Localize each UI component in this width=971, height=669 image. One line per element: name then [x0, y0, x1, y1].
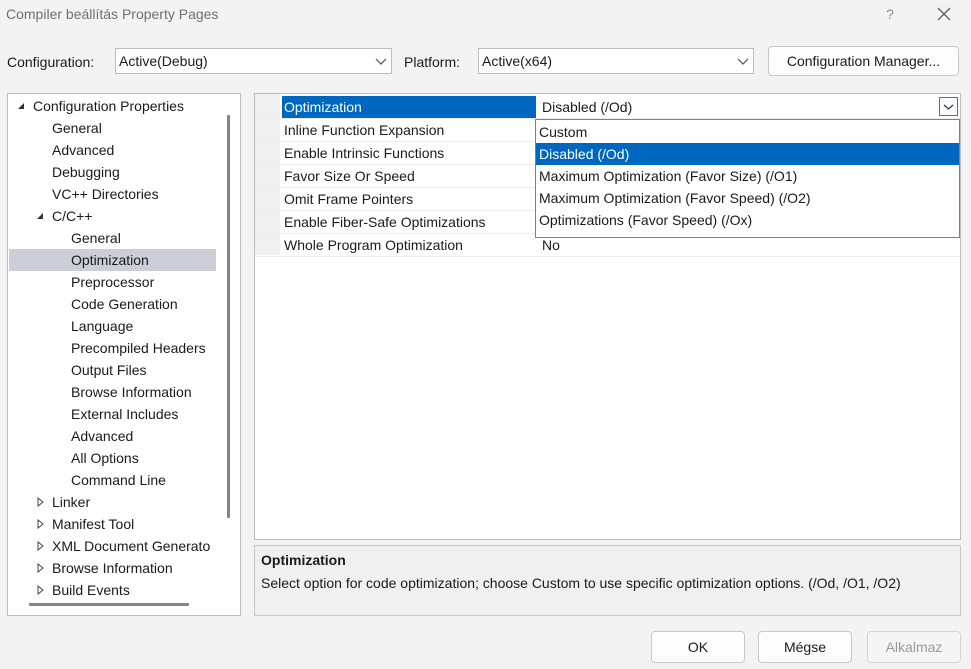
property-name: Inline Function Expansion	[284, 122, 445, 138]
configuration-label: Configuration:	[7, 54, 95, 70]
expanded-arrow-icon[interactable]	[35, 211, 45, 221]
platform-label: Platform:	[404, 54, 461, 70]
tree-item[interactable]: Configuration Properties	[9, 95, 216, 117]
property-name: Omit Frame Pointers	[284, 191, 414, 207]
tree-item-label: External Includes	[71, 406, 179, 422]
tree-item[interactable]: Advanced	[9, 139, 216, 161]
tree-item[interactable]: General	[9, 117, 216, 139]
tree-item-label: C/C++	[52, 208, 93, 224]
tree-vertical-scrollbar[interactable]	[227, 115, 230, 518]
platform-value: Active(x64)	[482, 53, 553, 69]
property-name: Optimization	[282, 96, 536, 118]
tree-item[interactable]: Optimization	[9, 249, 216, 271]
tree-item[interactable]: Browse Information	[9, 381, 216, 403]
tree-item[interactable]: Advanced	[9, 425, 216, 447]
property-name: Enable Intrinsic Functions	[284, 145, 445, 161]
tree-item-label: Advanced	[71, 428, 134, 444]
tree-item-label: Browse Information	[71, 384, 192, 400]
close-button[interactable]	[928, 2, 960, 26]
value-dropdown-button[interactable]	[939, 97, 958, 116]
tree-item-label: All Options	[71, 450, 139, 466]
property-value[interactable]: Disabled (/Od)	[542, 96, 632, 118]
dropdown-option[interactable]: Optimizations (Favor Speed) (/Ox)	[536, 209, 959, 231]
tree-item-label: Preprocessor	[71, 274, 155, 290]
tree-item-label: Debugging	[52, 164, 120, 180]
tree-item-label: Linker	[52, 494, 91, 510]
tree-item-label: Command Line	[71, 472, 166, 488]
configuration-manager-button[interactable]: Configuration Manager...	[768, 46, 959, 76]
property-name: Enable Fiber-Safe Optimizations	[284, 214, 486, 230]
chevron-down-icon	[375, 58, 387, 65]
description-panel: Optimization Select option for code opti…	[254, 545, 961, 616]
description-text: Select option for code optimization; cho…	[261, 575, 901, 591]
dropdown-option[interactable]: Maximum Optimization (Favor Size) (/O1)	[536, 165, 959, 187]
property-row[interactable]: Optimization Disabled (/Od)	[255, 96, 960, 119]
tree-item[interactable]: Browse Information	[9, 557, 216, 579]
platform-select[interactable]: Active(x64)	[478, 48, 754, 74]
optimization-dropdown-list: Custom Disabled (/Od) Maximum Optimization…	[535, 119, 960, 238]
tree-item[interactable]: XML Document Generato	[9, 535, 216, 557]
tree-item-label: VC++ Directories	[52, 186, 159, 202]
tree-item-label: XML Document Generato	[52, 538, 211, 554]
tree-item-label: Code Generation	[71, 296, 178, 312]
tree-item[interactable]: Manifest Tool	[9, 513, 216, 535]
collapsed-arrow-icon[interactable]	[35, 563, 45, 573]
apply-button[interactable]: Alkalmaz	[867, 631, 961, 663]
tree-item-label: Optimization	[71, 252, 149, 268]
property-name: Favor Size Or Speed	[284, 168, 415, 184]
tree-item[interactable]: VC++ Directories	[9, 183, 216, 205]
tree-item[interactable]: Command Line	[9, 469, 216, 491]
collapsed-arrow-icon[interactable]	[35, 585, 45, 595]
tree-item[interactable]: Linker	[9, 491, 216, 513]
tree-item[interactable]: Output Files	[9, 359, 216, 381]
expanded-arrow-icon[interactable]	[16, 101, 26, 111]
tree-item[interactable]: Precompiled Headers	[9, 337, 216, 359]
description-title: Optimization	[261, 552, 346, 568]
dropdown-option[interactable]: Disabled (/Od)	[536, 143, 959, 165]
tree-item-label: Precompiled Headers	[71, 340, 206, 356]
tree-item-label: Configuration Properties	[33, 98, 184, 114]
window-title: Compiler beállítás Property Pages	[6, 6, 219, 22]
chevron-down-icon	[737, 58, 749, 65]
collapsed-arrow-icon[interactable]	[35, 519, 45, 529]
close-icon	[937, 7, 951, 21]
tree-item-label: General	[71, 230, 121, 246]
tree-item-label: Advanced	[52, 142, 115, 158]
cancel-button[interactable]: Mégse	[758, 631, 852, 663]
tree-item-label: Build Events	[52, 582, 130, 598]
tree-horizontal-scrollbar[interactable]	[29, 603, 189, 606]
help-button[interactable]: ?	[878, 3, 902, 25]
tree-item[interactable]: External Includes	[9, 403, 216, 425]
tree-item[interactable]: Code Generation	[9, 293, 216, 315]
tree-item[interactable]: Preprocessor	[9, 271, 216, 293]
tree-item-label: General	[52, 120, 102, 136]
collapsed-arrow-icon[interactable]	[35, 541, 45, 551]
configuration-select[interactable]: Active(Debug)	[115, 48, 392, 74]
configuration-value: Active(Debug)	[119, 53, 208, 69]
tree-item[interactable]: General	[9, 227, 216, 249]
property-tree[interactable]: Configuration Properties General Advanced D…	[7, 93, 241, 616]
chevron-down-icon	[943, 104, 954, 110]
ok-button[interactable]: OK	[651, 631, 745, 663]
dropdown-option[interactable]: Custom	[536, 121, 959, 143]
tree-item-label: Browse Information	[52, 560, 173, 576]
tree-item[interactable]: All Options	[9, 447, 216, 469]
collapsed-arrow-icon[interactable]	[35, 497, 45, 507]
tree-item-label: Output Files	[71, 362, 147, 378]
tree-item-label: Manifest Tool	[52, 516, 135, 532]
property-name: Whole Program Optimization	[284, 237, 463, 253]
tree-item[interactable]: Debugging	[9, 161, 216, 183]
tree-item[interactable]: Build Events	[9, 579, 216, 601]
tree-item[interactable]: Language	[9, 315, 216, 337]
dropdown-option[interactable]: Maximum Optimization (Favor Speed) (/O2)	[536, 187, 959, 209]
tree-item-label: Language	[71, 318, 134, 334]
tree-item[interactable]: C/C++	[9, 205, 216, 227]
